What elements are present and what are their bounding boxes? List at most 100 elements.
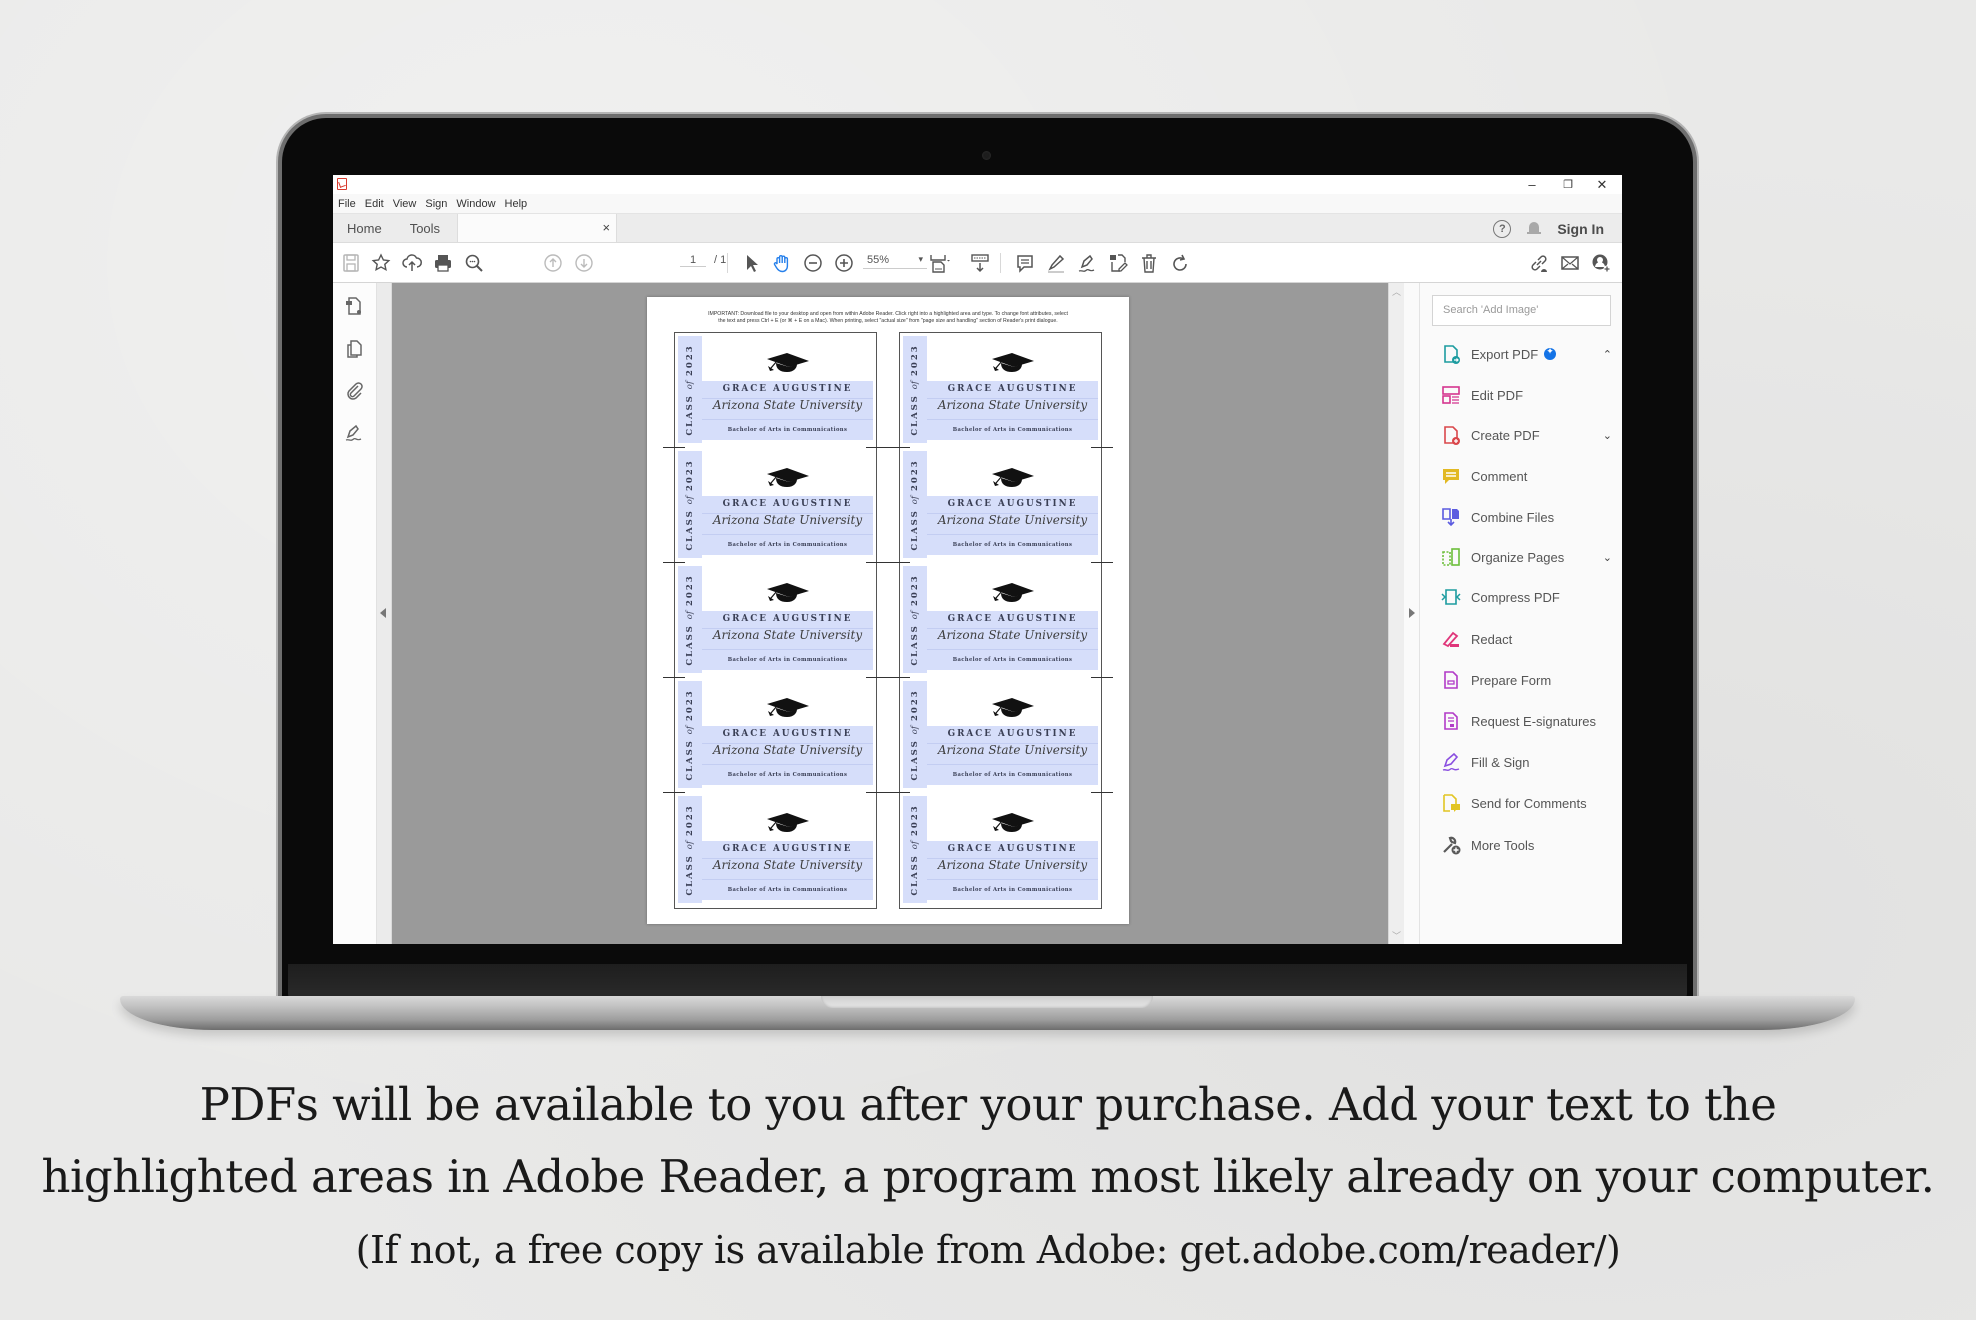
highlight-pen-icon[interactable] [1044, 251, 1068, 275]
class-year-field[interactable]: CLASS of 2023 [903, 336, 927, 443]
class-year-field[interactable]: CLASS of 2023 [678, 681, 702, 788]
collapse-left-pane-button[interactable] [377, 283, 392, 944]
graduate-name-field[interactable]: GRACE AUGUSTINE [702, 499, 873, 509]
tab-home[interactable]: Home [333, 214, 396, 242]
share-link-icon[interactable] [1527, 251, 1551, 275]
class-year-field[interactable]: CLASS of 2023 [903, 681, 927, 788]
tool-request-e-signatures[interactable]: Request E-signatures [1440, 709, 1612, 733]
save-icon[interactable] [339, 251, 363, 275]
class-year-field[interactable]: CLASS of 2023 [678, 796, 702, 903]
graduate-name-field[interactable]: GRACE AUGUSTINE [702, 729, 873, 739]
page-thumbnails-icon[interactable] [343, 295, 365, 317]
print-icon[interactable] [431, 251, 455, 275]
school-name-field[interactable]: Arizona State University [927, 513, 1098, 527]
school-name-field[interactable]: Arizona State University [702, 513, 873, 527]
degree-field[interactable]: Bachelor of Arts in Communications [702, 657, 873, 663]
tool-export-pdf[interactable]: Export PDF ⌃ [1440, 342, 1612, 366]
school-name-field[interactable]: Arizona State University [702, 743, 873, 757]
chevron-down-icon[interactable]: ⌄ [1603, 429, 1612, 442]
cloud-upload-icon[interactable] [400, 251, 424, 275]
zoom-level-dropdown[interactable]: 55% ▾ [863, 254, 927, 269]
menu-window[interactable]: Window [456, 198, 495, 210]
tool-more-tools[interactable]: More Tools [1440, 833, 1612, 857]
email-icon[interactable] [1558, 251, 1582, 275]
collapse-right-pane-button[interactable] [1404, 283, 1420, 944]
class-year-field[interactable]: CLASS of 2023 [678, 451, 702, 558]
fit-page-icon[interactable] [927, 251, 951, 275]
close-window-button[interactable]: ✕ [1582, 175, 1622, 194]
find-text-icon[interactable] [462, 251, 486, 275]
degree-field[interactable]: Bachelor of Arts in Communications [702, 772, 873, 778]
delete-trash-icon[interactable] [1137, 251, 1161, 275]
graduate-name-field[interactable]: GRACE AUGUSTINE [927, 614, 1098, 624]
menu-file[interactable]: File [338, 198, 356, 210]
class-year-field[interactable]: CLASS of 2023 [678, 566, 702, 673]
school-name-field[interactable]: Arizona State University [702, 858, 873, 872]
signatures-pen-icon[interactable] [343, 421, 365, 443]
tab-tools[interactable]: Tools [396, 214, 454, 242]
fill-sign-icon[interactable] [1075, 251, 1099, 275]
degree-field[interactable]: Bachelor of Arts in Communications [927, 427, 1098, 433]
school-name-field[interactable]: Arizona State University [927, 398, 1098, 412]
scrolling-mode-icon[interactable] [968, 251, 992, 275]
tools-search-input[interactable]: Search 'Add Image' [1432, 295, 1611, 326]
zoom-out-icon[interactable] [801, 251, 825, 275]
tool-edit-pdf[interactable]: Edit PDF [1440, 383, 1612, 407]
graduate-name-field[interactable]: GRACE AUGUSTINE [927, 499, 1098, 509]
tool-organize-pages[interactable]: Organize Pages ⌄ [1440, 545, 1612, 569]
zoom-in-icon[interactable] [832, 251, 856, 275]
school-name-field[interactable]: Arizona State University [927, 628, 1098, 642]
notifications-bell-icon[interactable] [1527, 221, 1542, 237]
page-number-input[interactable]: 1 [680, 254, 706, 267]
school-name-field[interactable]: Arizona State University [702, 628, 873, 642]
tool-redact[interactable]: Redact [1440, 627, 1612, 651]
tool-combine-files[interactable]: Combine Files [1440, 505, 1612, 529]
scroll-up-icon[interactable]: ︿ [1392, 285, 1401, 298]
graduate-name-field[interactable]: GRACE AUGUSTINE [702, 384, 873, 394]
document-view[interactable]: IMPORTANT: Download file to your desktop… [392, 283, 1388, 944]
previous-page-icon[interactable] [541, 251, 565, 275]
class-year-field[interactable]: CLASS of 2023 [903, 566, 927, 673]
chevron-up-icon[interactable]: ⌃ [1603, 348, 1612, 361]
school-name-field[interactable]: Arizona State University [927, 858, 1098, 872]
degree-field[interactable]: Bachelor of Arts in Communications [702, 542, 873, 548]
close-tab-icon[interactable]: × [602, 220, 610, 235]
vertical-scrollbar[interactable]: ︿ ﹀ [1388, 283, 1404, 944]
hand-tool-icon[interactable] [770, 251, 794, 275]
degree-field[interactable]: Bachelor of Arts in Communications [702, 427, 873, 433]
menu-view[interactable]: View [393, 198, 417, 210]
tool-compress-pdf[interactable]: Compress PDF [1440, 585, 1612, 609]
next-page-icon[interactable] [572, 251, 596, 275]
menu-edit[interactable]: Edit [365, 198, 384, 210]
rotate-icon[interactable] [1168, 251, 1192, 275]
help-icon[interactable]: ? [1493, 219, 1512, 238]
degree-field[interactable]: Bachelor of Arts in Communications [927, 542, 1098, 548]
school-name-field[interactable]: Arizona State University [927, 743, 1098, 757]
graduate-name-field[interactable]: GRACE AUGUSTINE [927, 844, 1098, 854]
class-year-field[interactable]: CLASS of 2023 [903, 796, 927, 903]
select-cursor-icon[interactable] [739, 251, 763, 275]
add-comment-icon[interactable] [1013, 251, 1037, 275]
graduate-name-field[interactable]: GRACE AUGUSTINE [927, 384, 1098, 394]
school-name-field[interactable]: Arizona State University [702, 398, 873, 412]
add-user-icon[interactable] [1589, 251, 1613, 275]
tab-document[interactable]: × [457, 214, 618, 242]
degree-field[interactable]: Bachelor of Arts in Communications [927, 772, 1098, 778]
degree-field[interactable]: Bachelor of Arts in Communications [927, 887, 1098, 893]
degree-field[interactable]: Bachelor of Arts in Communications [702, 887, 873, 893]
graduate-name-field[interactable]: GRACE AUGUSTINE [702, 844, 873, 854]
tool-comment[interactable]: Comment [1440, 464, 1612, 488]
minimize-button[interactable]: – [1512, 175, 1552, 194]
scroll-down-icon[interactable]: ﹀ [1392, 929, 1401, 942]
class-year-field[interactable]: CLASS of 2023 [903, 451, 927, 558]
sign-in-button[interactable]: Sign In [1557, 221, 1604, 237]
graduate-name-field[interactable]: GRACE AUGUSTINE [702, 614, 873, 624]
attachments-paperclip-icon[interactable] [343, 379, 365, 401]
edit-pages-icon[interactable] [1106, 251, 1130, 275]
tool-create-pdf[interactable]: Create PDF ⌄ [1440, 423, 1612, 447]
graduate-name-field[interactable]: GRACE AUGUSTINE [927, 729, 1098, 739]
tool-send-for-comments[interactable]: Send for Comments [1440, 791, 1612, 815]
tool-prepare-form[interactable]: Prepare Form [1440, 668, 1612, 692]
menu-help[interactable]: Help [505, 198, 528, 210]
tool-fill-sign[interactable]: Fill & Sign [1440, 750, 1612, 774]
